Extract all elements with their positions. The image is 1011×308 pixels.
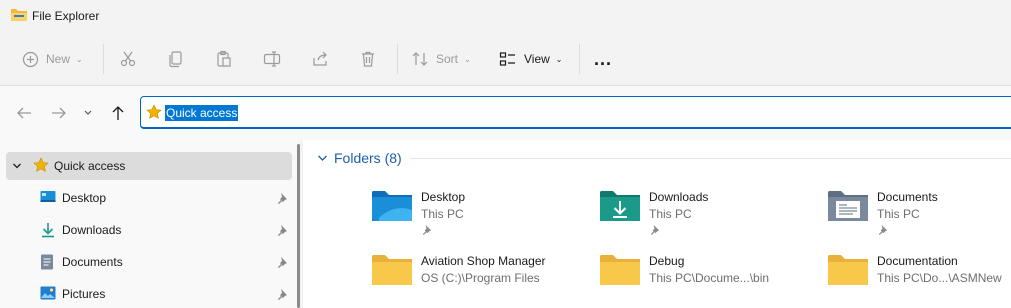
up-button[interactable]: [107, 102, 129, 124]
pin-icon: [278, 193, 287, 204]
folder-tile-downloads[interactable]: Downloads This PC: [599, 188, 819, 244]
chevron-down-icon: [318, 155, 327, 161]
sidebar-item-desktop[interactable]: Desktop: [6, 184, 292, 212]
sort-button-label: Sort: [436, 52, 459, 66]
folder-name: Desktop: [421, 190, 466, 204]
delete-button[interactable]: [359, 46, 377, 72]
folder-location: This PC: [421, 207, 464, 221]
sidebar-item-quick-access[interactable]: Quick access: [6, 152, 292, 180]
sidebar-item-label: Desktop: [62, 191, 107, 205]
sidebar-item-pictures[interactable]: Pictures: [6, 280, 292, 308]
trash-icon: [362, 51, 374, 67]
folder-location: This PC\Docume...\bin: [649, 271, 770, 285]
folder-name: Downloads: [649, 190, 709, 204]
share-icon: [313, 51, 327, 66]
star-icon: [33, 157, 49, 172]
toolbar-divider: [579, 44, 580, 74]
arrow-up-icon: [112, 106, 124, 120]
folder-name: Debug: [649, 254, 685, 268]
view-button[interactable]: View ⌄: [499, 46, 563, 72]
chevron-down-icon: ⌄: [464, 54, 471, 64]
chevron-down-icon[interactable]: [12, 162, 22, 170]
pictures-icon: [40, 286, 56, 300]
pin-icon: [650, 224, 660, 235]
desktop-folder-icon: [372, 191, 412, 221]
arrow-right-icon: [52, 107, 66, 119]
command-bar: New ⌄ Sort ⌄ View ⌄ ...: [0, 32, 1011, 86]
folder-location: This PC: [649, 207, 692, 221]
view-button-label: View: [524, 52, 550, 66]
folder-tile-desktop[interactable]: Desktop This PC: [371, 188, 591, 244]
view-list-icon: [499, 52, 515, 66]
folder-name: Documentation: [877, 254, 958, 268]
section-divider: [410, 158, 1011, 159]
more-options-label: ...: [594, 48, 613, 69]
address-bar[interactable]: Quick access: [140, 96, 1011, 129]
pin-icon: [278, 289, 287, 300]
sidebar-item-label: Quick access: [54, 159, 126, 173]
sidebar-item-documents[interactable]: Documents: [6, 248, 292, 276]
new-button-label: New: [46, 52, 71, 66]
folder-tile-documents[interactable]: Documents This PC: [827, 188, 1011, 244]
downloads-folder-icon: [600, 191, 640, 221]
address-row: Quick access: [0, 86, 1011, 140]
plus-circle-icon: [22, 51, 39, 67]
sidebar-item-label: Pictures: [62, 287, 106, 301]
folder-name: Aviation Shop Manager: [421, 254, 546, 268]
recent-locations-button[interactable]: [79, 102, 97, 124]
new-button[interactable]: New ⌄: [22, 46, 83, 72]
download-icon: [42, 223, 54, 238]
share-button[interactable]: [311, 46, 329, 72]
sort-icon: [412, 52, 428, 66]
chevron-down-icon: [84, 110, 92, 115]
sidebar-item-label: Documents: [62, 255, 123, 269]
chevron-down-icon: ⌄: [76, 54, 83, 64]
file-list-pane: Folders (8) Desktop This PC Downloads Th…: [303, 140, 1011, 308]
paste-icon: [217, 50, 231, 67]
folder-tile-aviation-shop-manager[interactable]: Aviation Shop Manager OS (C:)\Program Fi…: [371, 252, 591, 308]
sidebar-item-downloads[interactable]: Downloads: [6, 216, 292, 244]
pin-icon: [278, 225, 287, 236]
folder-tile-debug[interactable]: Debug This PC\Docume...\bin: [599, 252, 819, 308]
scissors-icon: [120, 51, 136, 67]
folders-section-header[interactable]: Folders (8): [317, 150, 402, 166]
folder-location: This PC: [877, 207, 920, 221]
address-path-text: Quick access: [165, 105, 239, 121]
star-icon: [146, 104, 162, 119]
forward-button[interactable]: [48, 102, 70, 124]
documents-icon: [41, 254, 53, 270]
cut-button[interactable]: [119, 46, 137, 72]
toolbar-divider: [397, 44, 398, 74]
documents-folder-icon: [828, 191, 868, 221]
folder-icon: [600, 255, 640, 285]
arrow-left-icon: [17, 107, 31, 119]
folder-icon: [372, 255, 412, 285]
pin-icon: [878, 224, 888, 235]
folder-icon: [828, 255, 868, 285]
file-explorer-icon: [11, 9, 27, 21]
copy-icon: [169, 51, 182, 68]
folder-location: This PC\Do...\ASMNew: [877, 271, 1002, 285]
folder-location: OS (C:)\Program Files: [421, 271, 540, 285]
pin-icon: [278, 257, 287, 268]
folder-tile-documentation[interactable]: Documentation This PC\Do...\ASMNew: [827, 252, 1011, 308]
navigation-scrollbar[interactable]: [297, 144, 300, 308]
back-button[interactable]: [13, 102, 35, 124]
more-options-button[interactable]: ...: [594, 46, 612, 72]
sidebar-item-label: Downloads: [62, 223, 122, 237]
title-bar: File Explorer: [0, 0, 1011, 32]
paste-button[interactable]: [215, 46, 233, 72]
rename-icon: [263, 51, 281, 67]
rename-button[interactable]: [263, 46, 281, 72]
copy-button[interactable]: [167, 46, 185, 72]
pin-icon: [422, 224, 432, 235]
window-title: File Explorer: [32, 9, 100, 23]
toolbar-divider: [103, 44, 104, 74]
chevron-down-icon: ⌄: [555, 54, 563, 64]
navigation-pane: Quick access Desktop Downloads Documents…: [0, 140, 300, 308]
sort-button[interactable]: Sort ⌄: [411, 46, 471, 72]
section-title: Folders (8): [334, 150, 402, 166]
folder-name: Documents: [877, 190, 938, 204]
desktop-icon: [40, 191, 56, 202]
